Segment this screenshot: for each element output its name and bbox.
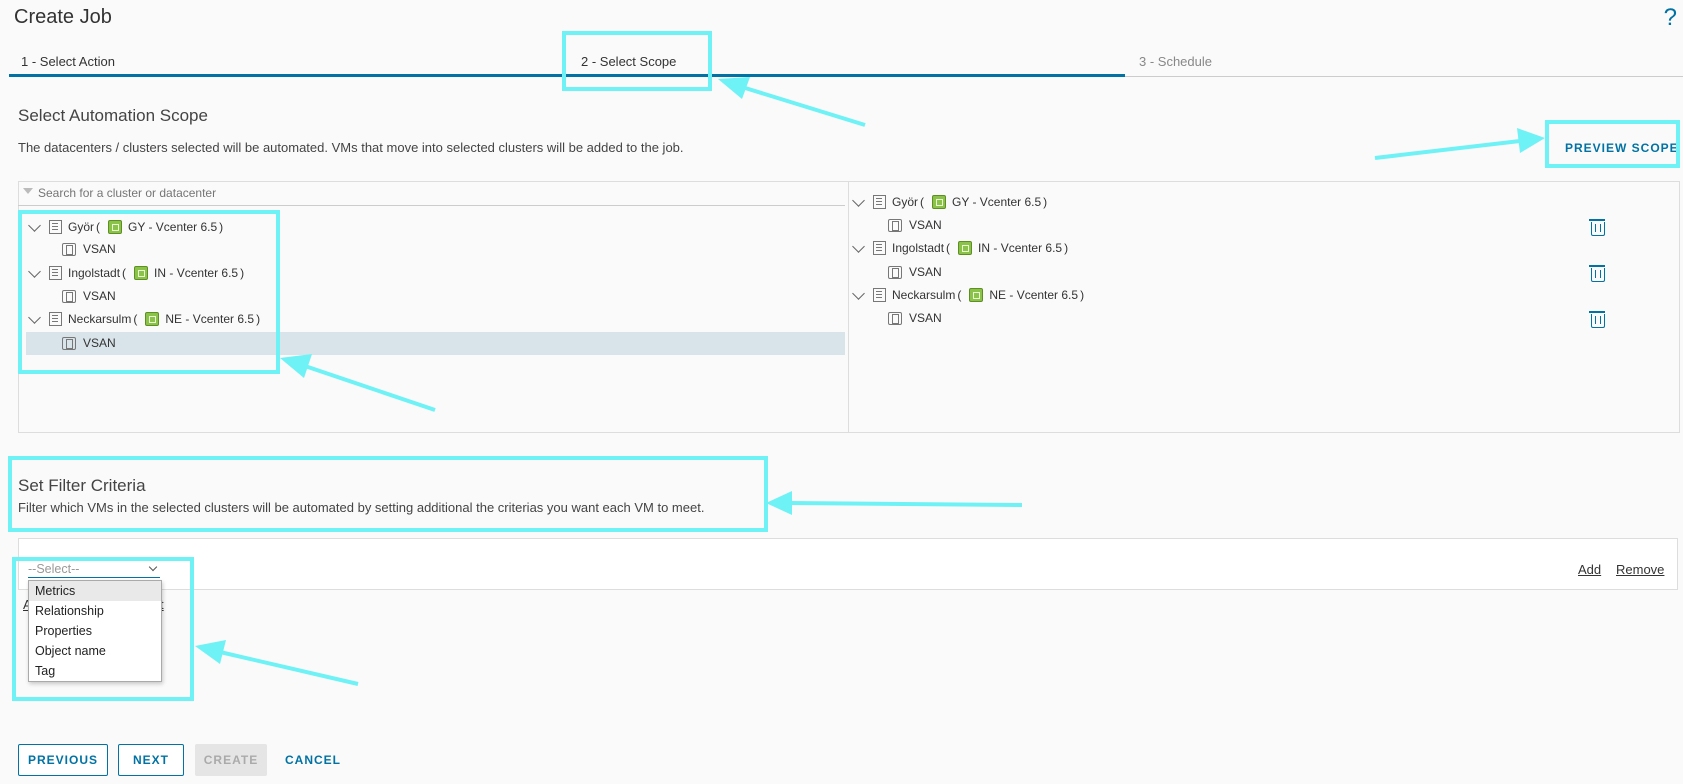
annotation-arrows: [195, 77, 1545, 686]
